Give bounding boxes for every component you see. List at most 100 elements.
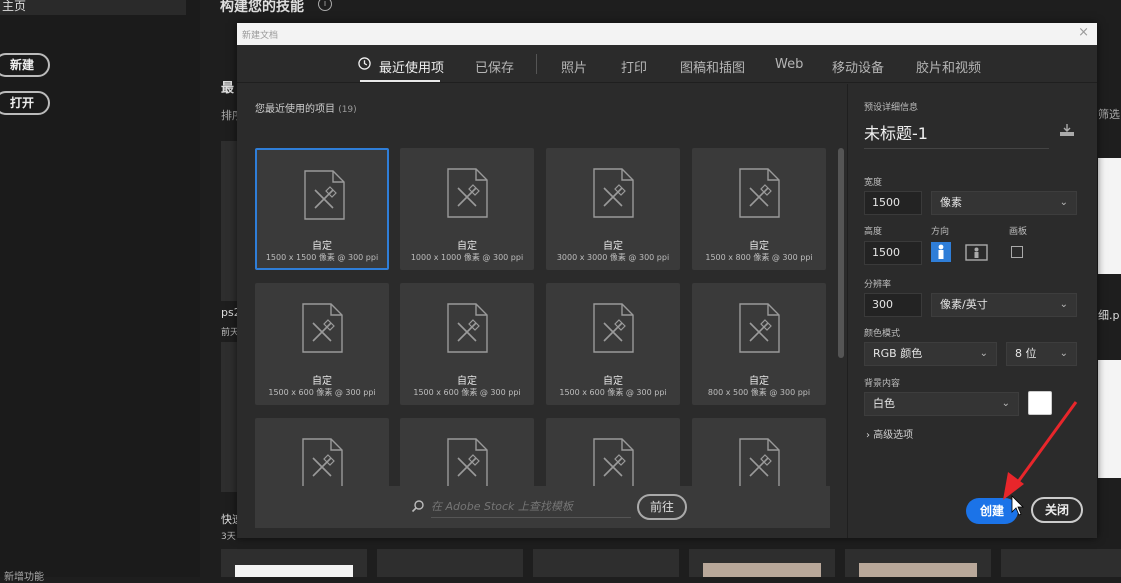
page-title: 构建您的技能 bbox=[220, 0, 304, 15]
document-icon bbox=[593, 168, 634, 218]
preset-size: 1500 x 1500 像素 @ 300 ppi bbox=[265, 253, 379, 262]
width-input[interactable]: 1500 bbox=[864, 191, 922, 215]
recent-preset-card[interactable]: 自定 1500 x 600 像素 @ 300 ppi bbox=[400, 283, 534, 405]
file-thumbnail[interactable] bbox=[377, 549, 523, 577]
preset-name: 自定 bbox=[749, 241, 769, 252]
file-thumbnail[interactable] bbox=[221, 141, 237, 301]
file-name: 细.p bbox=[1098, 309, 1120, 322]
recent-preset-card[interactable]: 自定 1500 x 600 像素 @ 300 ppi bbox=[255, 283, 389, 405]
close-button[interactable]: 关闭 bbox=[1031, 497, 1083, 523]
recent-preset-card[interactable]: 自定 1000 x 1000 像素 @ 300 ppi bbox=[400, 148, 534, 270]
landscape-orientation-icon[interactable] bbox=[965, 242, 988, 262]
file-time: 3天 bbox=[221, 532, 236, 542]
orientation-label: 方向 bbox=[931, 227, 950, 237]
document-icon bbox=[447, 168, 488, 218]
active-tab-underline bbox=[360, 80, 440, 82]
document-name-field[interactable]: 未标题-1 bbox=[864, 120, 1049, 149]
document-icon bbox=[447, 438, 488, 488]
open-button[interactable]: 打开 bbox=[0, 91, 50, 115]
info-icon[interactable]: i bbox=[318, 0, 332, 11]
background-content-select[interactable]: 白色 ⌄ bbox=[864, 392, 1019, 416]
preset-size: 800 x 500 像素 @ 300 ppi bbox=[707, 388, 811, 397]
preset-details-panel: 预设详细信息 未标题-1 宽度 1500 像素 ⌄ 高度 方向 画板 1500 分… bbox=[849, 84, 1097, 538]
chevron-down-icon: ⌄ bbox=[1059, 197, 1068, 208]
clock-icon bbox=[358, 57, 371, 70]
document-icon bbox=[739, 303, 780, 353]
tab-recent[interactable]: 最近使用项 bbox=[379, 57, 444, 76]
recent-items-label: 您最近使用的项目 (19) bbox=[255, 104, 357, 115]
resolution-unit-select[interactable]: 像素/英寸 ⌄ bbox=[931, 293, 1077, 317]
chevron-down-icon: ⌄ bbox=[979, 348, 988, 359]
home-sidebar: 主页 新建 打开 新增功能 bbox=[0, 0, 200, 583]
pane-divider bbox=[847, 84, 848, 538]
preset-name: 自定 bbox=[749, 376, 769, 387]
color-mode-label: 颜色模式 bbox=[864, 329, 901, 339]
preset-name: 自定 bbox=[312, 376, 332, 387]
preset-size: 1500 x 600 像素 @ 300 ppi bbox=[413, 388, 521, 397]
document-icon bbox=[302, 303, 343, 353]
tab-saved[interactable]: 已保存 bbox=[475, 57, 514, 76]
file-thumbnail[interactable] bbox=[221, 342, 237, 492]
preset-size: 1500 x 600 像素 @ 300 ppi bbox=[268, 388, 376, 397]
artboard-checkbox[interactable] bbox=[1011, 246, 1023, 258]
tab-print[interactable]: 打印 bbox=[621, 57, 647, 76]
stock-go-button[interactable]: 前往 bbox=[637, 494, 687, 520]
preset-size: 1500 x 800 像素 @ 300 ppi bbox=[705, 253, 813, 262]
preset-size: 1000 x 1000 像素 @ 300 ppi bbox=[410, 253, 524, 262]
preset-tabs: 最近使用项 已保存 照片 打印 图稿和插图 Web 移动设备 胶片和视频 bbox=[237, 45, 1097, 83]
advanced-options-toggle[interactable]: › 高级选项 bbox=[866, 426, 913, 441]
file-thumbnail[interactable] bbox=[1098, 360, 1121, 478]
recent-preset-card[interactable]: 自定 1500 x 1500 像素 @ 300 ppi bbox=[255, 148, 389, 270]
tab-film-video[interactable]: 胶片和视频 bbox=[916, 57, 981, 76]
recent-preset-card[interactable]: 自定 1500 x 600 像素 @ 300 ppi bbox=[546, 283, 680, 405]
color-mode-select[interactable]: RGB 颜色 ⌄ bbox=[864, 342, 997, 366]
recent-preset-card[interactable]: 自定 800 x 500 像素 @ 300 ppi bbox=[692, 283, 826, 405]
preset-size: 3000 x 3000 像素 @ 300 ppi bbox=[556, 253, 670, 262]
preset-size: 1500 x 600 像素 @ 300 ppi bbox=[559, 388, 667, 397]
stock-search-bar: 前往 bbox=[255, 486, 830, 528]
recent-preset-card[interactable]: 自定 1500 x 800 像素 @ 300 ppi bbox=[692, 148, 826, 270]
chevron-down-icon: ⌄ bbox=[1001, 398, 1010, 409]
height-label: 高度 bbox=[864, 227, 883, 237]
chevron-down-icon: ⌄ bbox=[1059, 299, 1068, 310]
background-color-swatch[interactable] bbox=[1028, 391, 1052, 415]
stock-search-input[interactable] bbox=[431, 496, 631, 518]
tab-photo[interactable]: 照片 bbox=[561, 57, 587, 76]
new-document-dialog: 新建文档 × 最近使用项 已保存 照片 打印 图稿和插图 Web 移动设备 胶片… bbox=[237, 23, 1097, 538]
document-icon bbox=[304, 170, 345, 220]
tab-web[interactable]: Web bbox=[775, 57, 803, 72]
height-input[interactable]: 1500 bbox=[864, 241, 922, 265]
width-label: 宽度 bbox=[864, 178, 883, 188]
document-icon bbox=[593, 303, 634, 353]
sidebar-item-home[interactable]: 主页 bbox=[0, 0, 186, 15]
recent-preset-card[interactable]: 自定 3000 x 3000 像素 @ 300 ppi bbox=[546, 148, 680, 270]
tab-mobile[interactable]: 移动设备 bbox=[832, 57, 884, 76]
chevron-down-icon: ⌄ bbox=[1059, 348, 1068, 359]
save-preset-icon[interactable] bbox=[1059, 123, 1075, 137]
search-icon bbox=[411, 500, 424, 513]
whats-new-link[interactable]: 新增功能 bbox=[4, 568, 44, 583]
filter-label[interactable]: 筛选 bbox=[1098, 106, 1120, 122]
close-icon[interactable]: × bbox=[1078, 25, 1089, 40]
recent-scrollbar[interactable] bbox=[838, 148, 844, 358]
width-unit-select[interactable]: 像素 ⌄ bbox=[931, 191, 1077, 215]
file-thumbnail[interactable] bbox=[1098, 158, 1121, 274]
file-preview bbox=[703, 563, 821, 577]
file-thumbnail[interactable] bbox=[533, 549, 679, 577]
document-icon bbox=[447, 303, 488, 353]
new-button[interactable]: 新建 bbox=[0, 53, 50, 77]
artboard-label: 画板 bbox=[1009, 227, 1028, 237]
document-icon bbox=[593, 438, 634, 488]
dialog-title: 新建文档 bbox=[242, 31, 279, 41]
file-preview bbox=[235, 565, 353, 577]
preset-details-label: 预设详细信息 bbox=[864, 103, 919, 113]
tab-art-illustration[interactable]: 图稿和插图 bbox=[680, 57, 745, 76]
create-button[interactable]: 创建 bbox=[966, 498, 1018, 524]
bit-depth-select[interactable]: 8 位 ⌄ bbox=[1006, 342, 1077, 366]
resolution-input[interactable]: 300 bbox=[864, 293, 922, 317]
document-icon bbox=[739, 438, 780, 488]
file-thumbnail[interactable] bbox=[1001, 549, 1121, 577]
recent-items-pane: 您最近使用的项目 (19) 自定 1500 x 1500 像素 @ 300 ppi… bbox=[237, 84, 845, 538]
portrait-orientation-icon[interactable] bbox=[931, 242, 951, 262]
preset-name: 自定 bbox=[457, 241, 477, 252]
